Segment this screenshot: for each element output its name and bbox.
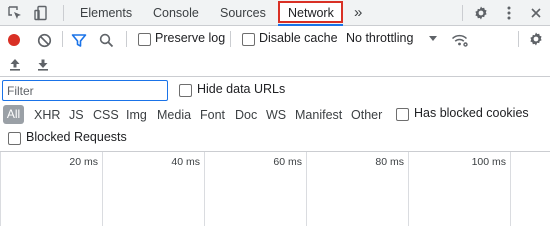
toolbar-divider [126,31,127,47]
type-filter-font[interactable]: Font [200,106,225,124]
timeline-tick-label: 40 ms [171,156,200,168]
hide-data-urls-label[interactable]: Hide data URLs [197,82,285,96]
device-toggle-icon[interactable] [32,4,50,22]
preserve-log-label[interactable]: Preserve log [155,31,225,45]
type-filter-css[interactable]: CSS [93,106,119,124]
tab-sources[interactable]: Sources [220,0,266,26]
timeline-gridline [204,152,205,226]
toolbar-divider [462,5,463,21]
timeline-gridline [510,152,511,226]
caret-down-icon[interactable] [427,33,439,45]
close-icon[interactable] [526,3,546,23]
toolbar-divider [230,31,231,47]
type-filter-js[interactable]: JS [69,106,84,124]
upload-icon[interactable] [7,56,23,72]
search-icon[interactable] [97,31,115,49]
filter-input[interactable] [2,80,168,101]
toolbar-divider [62,31,63,47]
throttling-select[interactable]: No throttling [346,31,413,45]
tab-network-label: Network [288,6,334,20]
timeline-tick-label: 100 ms [471,156,506,168]
inspect-element-icon[interactable] [6,4,24,22]
timeline-gridline [102,152,103,226]
blocked-requests-label[interactable]: Blocked Requests [26,130,127,144]
kebab-menu-icon[interactable] [499,3,519,23]
more-tabs-button[interactable]: » [354,0,362,26]
filter-funnel-icon[interactable] [69,31,89,49]
timeline-tick-label: 80 ms [375,156,404,168]
record-icon[interactable] [7,32,21,48]
timeline-tick-label: 20 ms [69,156,98,168]
tab-network[interactable]: Network [278,1,343,23]
disable-cache-label[interactable]: Disable cache [259,31,338,45]
timeline-gridline [306,152,307,226]
type-filter-media[interactable]: Media [157,106,191,124]
type-filter-xhr[interactable]: XHR [34,106,60,124]
preserve-log-checkbox[interactable] [138,33,151,46]
timeline-gridline [0,152,1,226]
has-blocked-cookies-checkbox[interactable] [396,108,409,121]
network-toolbar: Preserve log Disable cache No throttling [0,26,550,76]
gear-icon[interactable] [471,3,491,23]
type-filter-img[interactable]: Img [126,106,147,124]
timeline-tick-label: 60 ms [273,156,302,168]
main-toolbar: Elements Console Sources Network » [0,0,550,26]
type-filter-manifest[interactable]: Manifest [295,106,342,124]
disable-cache-checkbox[interactable] [242,33,255,46]
toolbar-bottom-border [0,76,550,77]
tab-console[interactable]: Console [153,0,199,26]
timeline-gridline [408,152,409,226]
hide-data-urls-checkbox[interactable] [179,84,192,97]
type-filter-ws[interactable]: WS [266,106,286,124]
type-filter-doc[interactable]: Doc [235,106,257,124]
clear-icon[interactable] [35,31,53,49]
has-blocked-cookies-label[interactable]: Has blocked cookies [414,106,529,120]
type-filter-all[interactable]: All [3,105,24,124]
wifi-settings-icon[interactable] [450,30,470,50]
blocked-requests-checkbox[interactable] [8,132,21,145]
download-icon[interactable] [35,56,51,72]
network-settings-gear-icon[interactable] [526,29,546,49]
toolbar-divider [63,5,64,21]
toolbar-divider [518,31,519,47]
tab-elements[interactable]: Elements [80,0,132,26]
type-filter-other[interactable]: Other [351,106,382,124]
